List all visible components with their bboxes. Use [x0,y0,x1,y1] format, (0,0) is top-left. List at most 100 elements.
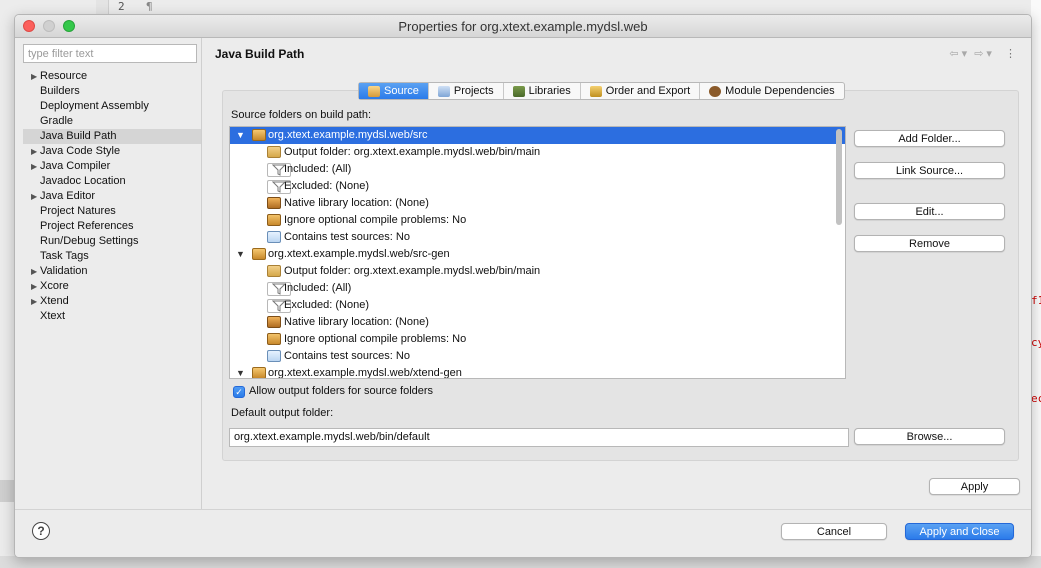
sidebar-item-label: Xtend [40,295,69,307]
tree-row-label: Ignore optional compile problems: No [284,214,467,226]
editor-line-number: 2 [118,0,125,13]
tree-row-label: Native library location: (None) [284,316,429,328]
tree-row-ignore-problems[interactable]: Ignore optional compile problems: No [230,212,845,229]
sidebar-item-gradle[interactable]: Gradle [23,114,201,129]
apply-button[interactable]: Apply [929,478,1020,495]
tree-row-label: Native library location: (None) [284,197,429,209]
sidebar-item-label: Task Tags [40,250,89,262]
sidebar-item-java-build-path[interactable]: Java Build Path [23,129,201,144]
sidebar-item-label: Run/Debug Settings [40,235,139,247]
add-folder-button[interactable]: Add Folder... [854,130,1005,147]
native-library-icon [267,316,281,328]
sidebar-item-label: Project Natures [40,205,116,217]
tab-order-and-export[interactable]: Order and Export [581,83,701,99]
sidebar-item-label: Java Code Style [40,145,121,157]
tab-label: Source [384,85,419,97]
sidebar-item-java-compiler[interactable]: ▶ Java Compiler [23,159,201,174]
tree-row-test-sources[interactable]: Contains test sources: No [230,229,845,246]
tree-row-ignore-problems[interactable]: Ignore optional compile problems: No [230,331,845,348]
test-sources-icon [267,231,281,243]
expand-arrow-icon[interactable]: ▶ [31,264,37,279]
tree-row-source-folder[interactable]: ▼ org.xtext.example.mydsl.web/src-gen [230,246,845,263]
tree-row-excluded[interactable]: Excluded: (None) [230,178,845,195]
sidebar-item-run-debug-settings[interactable]: Run/Debug Settings [23,234,201,249]
cancel-button[interactable]: Cancel [781,523,887,540]
tree-row-included[interactable]: Included: (All) [230,161,845,178]
sidebar-item-java-code-style[interactable]: ▶ Java Code Style [23,144,201,159]
expand-arrow-icon[interactable]: ▶ [31,69,37,84]
sidebar-item-xtext[interactable]: Xtext [23,309,201,324]
expand-arrow-icon[interactable]: ▶ [31,279,37,294]
sidebar-item-xtend[interactable]: ▶ Xtend [23,294,201,309]
help-icon[interactable]: ? [32,522,50,540]
title-bar[interactable]: Properties for org.xtext.example.mydsl.w… [15,15,1031,38]
editor-error-fragment: cy [1031,336,1041,349]
tree-row-native-library[interactable]: Native library location: (None) [230,314,845,331]
order-export-icon [589,85,602,97]
expand-arrow-icon[interactable]: ▼ [236,365,245,378]
filter-input[interactable] [23,44,197,63]
tree-scrollbar[interactable] [836,129,842,225]
sidebar-item-label: Java Compiler [40,160,111,172]
tree-row-label: org.xtext.example.mydsl.web/src-gen [268,248,450,260]
edit-button[interactable]: Edit... [854,203,1005,220]
tab-module-dependencies[interactable]: Module Dependencies [700,83,843,99]
preference-tree: ▶ Resource Builders Deployment Assembly G… [23,69,201,324]
source-folder-tree[interactable]: ▼ org.xtext.example.mydsl.web/src Output… [229,126,846,379]
sidebar-item-builders[interactable]: Builders [23,84,201,99]
more-options-icon[interactable]: ⋮ [1005,48,1017,60]
back-menu-icon[interactable]: ▾ [962,48,969,60]
editor-left-edge [0,480,14,502]
sidebar-item-task-tags[interactable]: Task Tags [23,249,201,264]
sidebar-item-resource[interactable]: ▶ Resource [23,69,201,84]
sidebar-item-label: Java Build Path [40,130,117,142]
expand-arrow-icon[interactable]: ▶ [31,294,37,309]
tree-row-label: Output folder: org.xtext.example.mydsl.w… [284,146,541,158]
sidebar-item-project-references[interactable]: Project References [23,219,201,234]
tree-row-native-library[interactable]: Native library location: (None) [230,195,845,212]
page-navigation: ⇦ ▾ ⇨ ▾ ⋮ [947,47,1017,60]
sidebar-item-project-natures[interactable]: Project Natures [23,204,201,219]
expand-arrow-icon[interactable]: ▶ [31,159,37,174]
projects-icon [437,85,450,97]
sidebar-item-java-editor[interactable]: ▶ Java Editor [23,189,201,204]
sidebar-item-label: Xcore [40,280,69,292]
tree-row-source-folder[interactable]: ▼ org.xtext.example.mydsl.web/xtend-gen [230,365,845,378]
build-path-tabs: Source Projects Libraries Order and Expo… [358,82,845,100]
expand-arrow-icon[interactable]: ▼ [236,246,245,263]
allow-output-folders-label[interactable]: Allow output folders for source folders [249,385,433,397]
link-source-button[interactable]: Link Source... [854,162,1005,179]
libraries-icon [512,85,525,97]
tree-row-included[interactable]: Included: (All) [230,280,845,297]
forward-icon[interactable]: ⇨ [974,48,984,60]
package-folder-icon [252,129,266,141]
source-folders-label: Source folders on build path: [231,109,372,121]
sidebar-item-label: Resource [40,70,88,82]
expand-arrow-icon[interactable]: ▶ [31,189,37,204]
sidebar-item-xcore[interactable]: ▶ Xcore [23,279,201,294]
sidebar-item-label: Xtext [40,310,66,322]
tree-row-output-folder[interactable]: Output folder: org.xtext.example.mydsl.w… [230,144,845,161]
expand-arrow-icon[interactable]: ▶ [31,144,37,159]
tab-source[interactable]: Source [359,83,429,99]
browse-button[interactable]: Browse... [854,428,1005,445]
default-output-folder-field[interactable] [229,428,849,447]
pilcrow-icon: ¶ [146,0,153,13]
tab-libraries[interactable]: Libraries [504,83,581,99]
sidebar-item-label: Builders [40,85,80,97]
tree-row-source-folder[interactable]: ▼ org.xtext.example.mydsl.web/src [230,127,845,144]
apply-and-close-button[interactable]: Apply and Close [905,523,1014,540]
sidebar-item-deployment-assembly[interactable]: Deployment Assembly [23,99,201,114]
tree-row-test-sources[interactable]: Contains test sources: No [230,348,845,365]
back-icon[interactable]: ⇦ [949,48,959,60]
tab-projects[interactable]: Projects [429,83,504,99]
tree-row-excluded[interactable]: Excluded: (None) [230,297,845,314]
sidebar-item-validation[interactable]: ▶ Validation [23,264,201,279]
sidebar-item-label: Javadoc Location [40,175,126,187]
remove-button[interactable]: Remove [854,235,1005,252]
tree-row-output-folder[interactable]: Output folder: org.xtext.example.mydsl.w… [230,263,845,280]
sidebar-item-javadoc-location[interactable]: Javadoc Location [23,174,201,189]
expand-arrow-icon[interactable]: ▼ [236,127,245,144]
forward-menu-icon[interactable]: ▾ [986,48,993,60]
allow-output-folders-checkbox[interactable]: ✓ [233,386,245,398]
